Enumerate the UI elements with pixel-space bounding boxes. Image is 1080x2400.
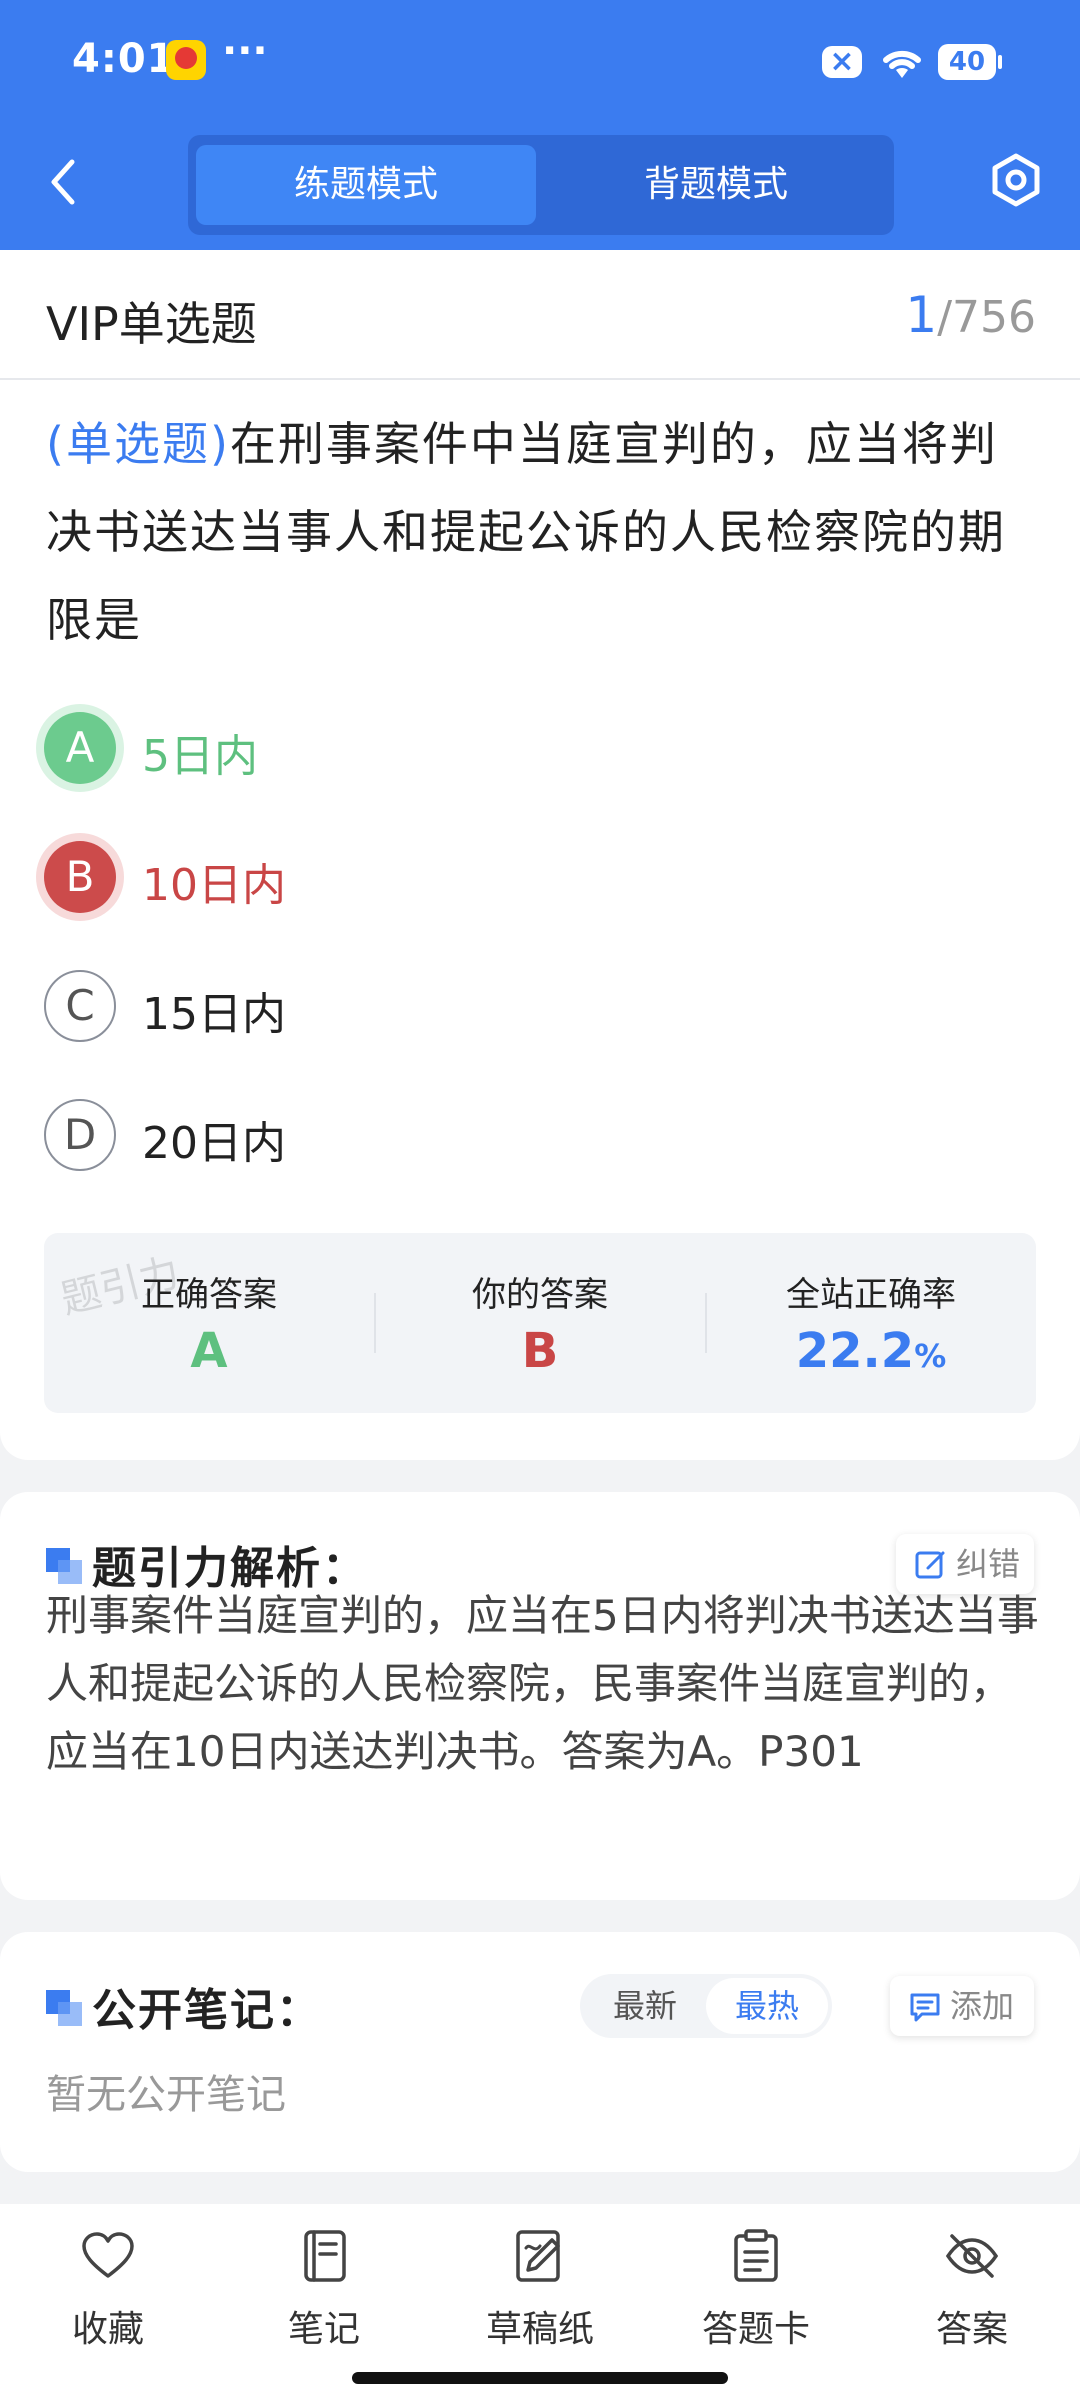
question-type-tag: (单选题) bbox=[46, 417, 230, 471]
notes-section-icon bbox=[46, 1990, 82, 2026]
eye-off-icon bbox=[945, 2234, 999, 2278]
status-time: 4:01 bbox=[72, 36, 176, 82]
option-a[interactable]: A 5日内 bbox=[44, 708, 944, 788]
nav-notes-label: 笔记 bbox=[287, 2309, 360, 2350]
correct-answer-value: A bbox=[190, 1323, 228, 1379]
option-b[interactable]: B 10日内 bbox=[44, 837, 944, 917]
option-c-text: 15日内 bbox=[142, 989, 286, 1040]
nav-draft-label: 草稿纸 bbox=[485, 2309, 594, 2350]
your-answer-value: B bbox=[521, 1323, 559, 1379]
correct-answer-label: 正确答案 bbox=[141, 1275, 277, 1315]
option-b-letter: B bbox=[44, 841, 116, 913]
close-notification-icon: × bbox=[822, 46, 862, 78]
accuracy-value: 22.2% bbox=[706, 1323, 1036, 1379]
settings-button[interactable] bbox=[986, 150, 1046, 210]
option-a-text: 5日内 bbox=[142, 731, 258, 782]
analysis-section-icon bbox=[46, 1548, 82, 1584]
question-stem: (单选题)在刑事案件中当庭宣判的，应当将判决书送达当事人和提起公诉的人民检察院的… bbox=[46, 400, 1036, 664]
comment-icon bbox=[910, 1993, 940, 2022]
notes-title: 公开笔记： bbox=[92, 1985, 322, 2036]
question-current-number: 1 bbox=[905, 286, 938, 344]
accuracy-unit: % bbox=[914, 1337, 947, 1375]
question-header: VIP单选题 1/756 bbox=[0, 250, 1080, 380]
tab-memorize-mode[interactable]: 背题模式 bbox=[546, 145, 886, 225]
analysis-text: 刑事案件当庭宣判的，应当在5日内将判决书送达当事人和提起公诉的人民检察院，民事案… bbox=[46, 1591, 1039, 1776]
nav-answer[interactable]: 答案 bbox=[872, 2228, 1072, 2368]
mode-switch: 练题模式 背题模式 bbox=[188, 135, 894, 235]
heart-icon bbox=[82, 2232, 134, 2278]
correct-answer-col: 正确答案 A bbox=[44, 1233, 374, 1413]
wifi-icon bbox=[883, 50, 921, 78]
question-total: /756 bbox=[937, 292, 1036, 343]
option-b-text: 10日内 bbox=[142, 860, 286, 911]
app-header: 4:01 ··· × 40 练题模式 背题模式 bbox=[0, 0, 1080, 250]
nav-draft[interactable]: 草稿纸 bbox=[440, 2228, 640, 2368]
nav-answer-card[interactable]: 答题卡 bbox=[656, 2228, 856, 2368]
answer-summary: 题引力 正确答案 A 你的答案 B 全站正确率 22.2% bbox=[44, 1233, 1036, 1413]
bottom-nav: 收藏 笔记 草稿纸 答题卡 答案 bbox=[0, 2204, 1080, 2400]
battery-icon: 40 bbox=[938, 44, 1002, 80]
notebook-icon bbox=[304, 2230, 346, 2282]
option-c-letter: C bbox=[44, 970, 116, 1042]
accuracy-number: 22.2 bbox=[795, 1323, 915, 1379]
home-indicator[interactable] bbox=[352, 2372, 728, 2384]
analysis-card: 题引力解析： 纠错 刑事案件当庭宣判的，应当在5日内将判决书送达当事人和提起公诉… bbox=[0, 1492, 1080, 1900]
status-bar: 4:01 ··· × 40 bbox=[0, 0, 1080, 125]
answer-card-icon bbox=[734, 2229, 778, 2282]
your-answer-label: 你的答案 bbox=[472, 1275, 608, 1315]
nav-answer-label: 答案 bbox=[935, 2309, 1008, 2350]
option-d-letter: D bbox=[44, 1099, 116, 1171]
add-note-button[interactable]: 添加 bbox=[890, 1976, 1034, 2036]
sort-hot[interactable]: 最热 bbox=[706, 1978, 828, 2034]
option-d-text: 20日内 bbox=[142, 1118, 286, 1169]
edit-icon bbox=[915, 1551, 945, 1579]
question-card: VIP单选题 1/756 (单选题)在刑事案件中当庭宣判的，应当将判决书送达当事… bbox=[0, 250, 1080, 1460]
nav-answer-card-label: 答题卡 bbox=[701, 2309, 810, 2350]
draft-paper-icon bbox=[516, 2230, 560, 2282]
notes-empty-text: 暂无公开笔记 bbox=[46, 2072, 286, 2118]
question-type-title: VIP单选题 bbox=[46, 297, 257, 351]
nav-favorite-label: 收藏 bbox=[71, 2309, 144, 2350]
accuracy-label: 全站正确率 bbox=[786, 1275, 956, 1315]
question-counter: 1/756 bbox=[905, 286, 1036, 344]
accuracy-col: 全站正确率 22.2% bbox=[706, 1233, 1036, 1413]
option-a-letter: A bbox=[44, 712, 116, 784]
add-note-label: 添加 bbox=[950, 1987, 1015, 2025]
nav-notes[interactable]: 笔记 bbox=[224, 2228, 424, 2368]
status-more-icon: ··· bbox=[222, 28, 268, 74]
app-notification-icon bbox=[166, 40, 206, 80]
notes-sort-toggle: 最新 最热 bbox=[580, 1974, 832, 2038]
tab-practice-mode[interactable]: 练题模式 bbox=[196, 145, 536, 225]
option-c[interactable]: C 15日内 bbox=[44, 966, 944, 1046]
option-d[interactable]: D 20日内 bbox=[44, 1095, 944, 1175]
notes-card: 公开笔记： 最新 最热 添加 暂无公开笔记 bbox=[0, 1932, 1080, 2172]
back-button[interactable] bbox=[40, 152, 90, 212]
nav-favorite[interactable]: 收藏 bbox=[8, 2228, 208, 2368]
your-answer-col: 你的答案 B bbox=[375, 1233, 705, 1413]
sort-latest[interactable]: 最新 bbox=[584, 1978, 706, 2034]
